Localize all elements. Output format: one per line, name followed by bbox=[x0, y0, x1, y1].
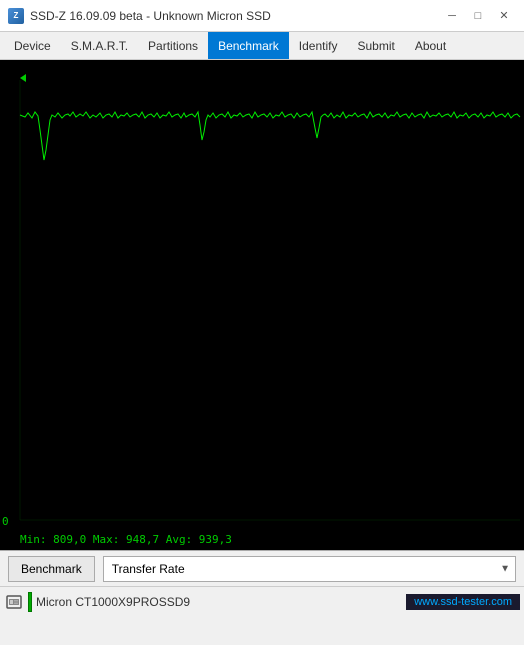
menu-bar: Device S.M.A.R.T. Partitions Benchmark I… bbox=[0, 32, 524, 60]
benchmark-controls: Benchmark Transfer Rate IOPS Latency ▼ bbox=[0, 550, 524, 586]
menu-item-identify[interactable]: Identify bbox=[289, 32, 348, 59]
title-bar: Z SSD-Z 16.09.09 beta - Unknown Micron S… bbox=[0, 0, 524, 32]
benchmark-type-select[interactable]: Transfer Rate IOPS Latency bbox=[103, 556, 516, 582]
device-icon bbox=[4, 592, 24, 612]
minimize-button[interactable]: ─ bbox=[440, 6, 464, 26]
menu-item-device[interactable]: Device bbox=[4, 32, 61, 59]
benchmark-chart: 950 Work in Progress - Results Unreliabl… bbox=[0, 60, 524, 550]
device-name: Micron CT1000X9PROSSD9 bbox=[36, 595, 402, 609]
menu-item-about[interactable]: About bbox=[405, 32, 456, 59]
y-axis-bottom-label: 0 bbox=[2, 515, 9, 528]
chart-stats: Min: 809,0 Max: 948,7 Avg: 939,3 bbox=[20, 533, 232, 546]
activity-indicator bbox=[28, 592, 32, 612]
chart-svg bbox=[0, 60, 524, 550]
website-url: www.ssd-tester.com bbox=[406, 594, 520, 610]
close-button[interactable]: ✕ bbox=[492, 6, 516, 26]
select-wrapper: Transfer Rate IOPS Latency ▼ bbox=[103, 556, 516, 582]
ssd-icon bbox=[5, 593, 23, 611]
menu-item-smart[interactable]: S.M.A.R.T. bbox=[61, 32, 138, 59]
benchmark-button[interactable]: Benchmark bbox=[8, 556, 95, 582]
app-icon: Z bbox=[8, 8, 24, 24]
menu-item-benchmark[interactable]: Benchmark bbox=[208, 32, 289, 59]
title-bar-left: Z SSD-Z 16.09.09 beta - Unknown Micron S… bbox=[8, 8, 271, 24]
menu-item-submit[interactable]: Submit bbox=[347, 32, 404, 59]
maximize-button[interactable]: □ bbox=[466, 6, 490, 26]
window-controls: ─ □ ✕ bbox=[440, 6, 516, 26]
window-title: SSD-Z 16.09.09 beta - Unknown Micron SSD bbox=[30, 9, 271, 23]
status-bar: Micron CT1000X9PROSSD9 www.ssd-tester.co… bbox=[0, 586, 524, 616]
menu-item-partitions[interactable]: Partitions bbox=[138, 32, 208, 59]
